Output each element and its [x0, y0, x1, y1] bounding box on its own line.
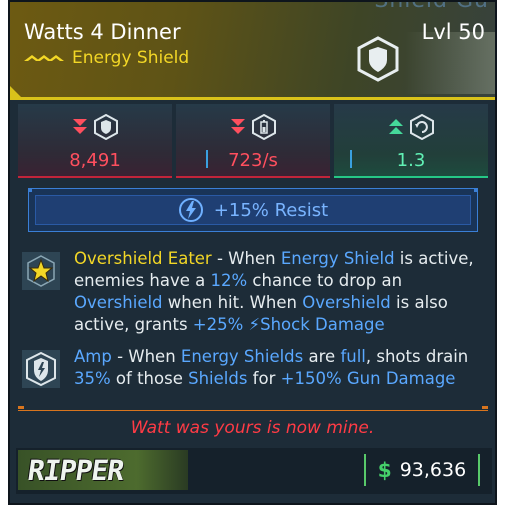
perk-text-segment: are: [303, 347, 341, 366]
perk-text-segment: for: [247, 369, 281, 388]
shield-type-icon: [357, 36, 399, 82]
perk-text-segment: Overshield: [302, 293, 391, 312]
stat-down-arrow-icon: [73, 119, 87, 134]
perk-text-segment: ⚡: [248, 315, 261, 334]
stats-row: 8,491 723/s 1.3: [18, 104, 488, 178]
price-amount: 93,636: [399, 459, 467, 481]
stat-recharge-rate-value: 723/s: [228, 150, 278, 171]
item-header: Shield Gu Watts 4 Dinner Lvl 50 Energy S…: [10, 2, 495, 100]
manufacturer-name: RIPPER: [25, 454, 126, 487]
stat-capacity-value: 8,491: [69, 150, 121, 171]
perk-text-segment: of those: [110, 369, 189, 388]
perk-text-segment: when hit. When: [162, 293, 303, 312]
item-price: $ 93,636: [364, 454, 480, 486]
stat-capacity: 8,491: [18, 104, 172, 178]
stat-recharge-rate: 723/s: [176, 104, 330, 178]
perk-description: Amp - When Energy Shields are full, shot…: [74, 346, 484, 390]
currency-icon: $: [377, 458, 392, 482]
perk-text-segment: full: [340, 347, 366, 366]
stat-recharge-delay-value: 1.3: [396, 150, 426, 171]
resist-corner: [474, 188, 478, 192]
perk-description: Overshield Eater - When Energy Shield is…: [74, 248, 484, 336]
star-badge-icon: [22, 252, 60, 290]
rarity-chevrons-icon: [24, 55, 64, 61]
perk-text-segment: Overshield: [74, 293, 163, 312]
shield-capacity-icon: [94, 114, 118, 140]
perk-text-segment: Overshield Eater: [74, 249, 212, 268]
perk-text-segment: Energy Shield: [280, 249, 395, 268]
stat-recharge-delay: 1.3: [334, 104, 488, 178]
stat-separator: [350, 150, 352, 168]
perk-text-segment: 35%: [74, 369, 111, 388]
header-corner-notch: [10, 86, 22, 98]
perk-text-segment: Amp: [74, 347, 112, 366]
item-level: Lvl 50: [421, 20, 485, 44]
divider: [18, 410, 488, 411]
resist-corner: [28, 188, 32, 192]
resist-bar: +15% Resist: [28, 188, 478, 232]
item-name: Watts 4 Dinner: [24, 20, 181, 44]
divider-end: [18, 406, 24, 409]
stat-up-arrow-icon: [389, 119, 403, 134]
amp-shield-icon: [22, 350, 60, 388]
perk-text-segment: 12%: [210, 271, 248, 290]
item-type-label: Energy Shield: [72, 48, 190, 68]
perk-text-segment: +25%: [192, 315, 249, 334]
recharge-delay-icon: [410, 114, 434, 140]
shock-element-icon: [178, 198, 203, 222]
resist-label: +15% Resist: [213, 199, 329, 221]
item-type: Energy Shield: [24, 48, 189, 68]
divider-end: [482, 406, 488, 409]
perk-text-segment: +150% Gun Damage: [280, 369, 456, 388]
stat-down-arrow-icon: [231, 119, 245, 134]
perk-text-segment: chance to drop an: [247, 271, 403, 290]
item-footer: RIPPER $ 93,636: [16, 448, 492, 494]
flavor-text: Watt was yours is now mine.: [130, 418, 375, 438]
perk-text-segment: Energy Shields: [180, 347, 304, 366]
perk-text-segment: Shields: [188, 369, 248, 388]
perk-text-segment: Shock Damage: [260, 315, 385, 334]
stat-separator: [206, 150, 208, 168]
perk-text-segment: - When: [111, 347, 181, 366]
perk-text-segment: - When: [211, 249, 281, 268]
recharge-rate-icon: [252, 114, 276, 140]
manufacturer-logo: RIPPER: [18, 450, 188, 490]
item-card: Shield Gu Watts 4 Dinner Lvl 50 Energy S…: [8, 0, 497, 505]
perk-text-segment: , shots drain: [365, 347, 469, 366]
header-background-text: Shield Gu: [374, 0, 489, 13]
